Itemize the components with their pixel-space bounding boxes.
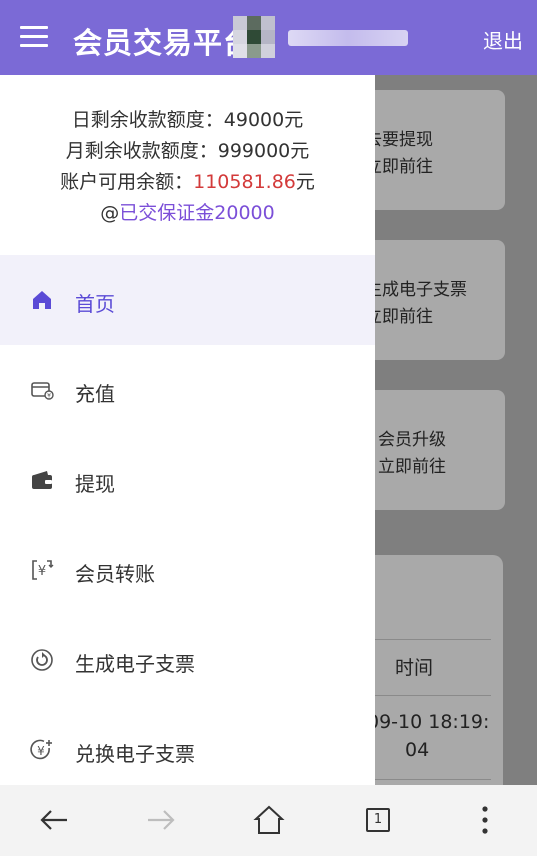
deposit-prefix: @ [100,202,120,224]
table-cell-time: 09-10 18:19: [375,711,490,733]
home-page-icon[interactable] [252,803,286,837]
daily-limit-label: 日剩余收款额度： [71,109,224,131]
svg-text:¥: ¥ [38,564,46,579]
bg-card-withdraw: 去要提现 立即前往 [375,90,505,210]
nav-drawer: 日剩余收款额度：49000元 月剩余收款额度：999000元 账户可用余额：11… [0,75,375,785]
bg-card-title: 生成电子支票 [375,280,467,300]
nav-item-label: 提现 [75,472,115,496]
yen-plus-icon: ¥ [30,739,52,760]
menu-icon[interactable] [20,26,48,48]
nav-item-member-transfer[interactable]: ¥ 会员转账 [0,525,375,615]
nav-item-redeem-echeck[interactable]: ¥ 兑换电子支票 [0,705,375,795]
available-balance-value: 110581.86 [193,171,296,193]
refresh-icon [31,649,53,671]
nav-item-label: 会员转账 [75,562,155,586]
home-icon [33,291,51,309]
browser-toolbar: 1 [0,785,537,856]
nav-item-recharge[interactable]: ¥ 充值 [0,345,375,435]
svg-text:¥: ¥ [37,744,45,758]
table-divider [375,779,491,780]
svg-text:¥: ¥ [47,393,51,400]
table-header-time: 时间 [395,657,434,679]
monthly-limit-value: 999000元 [217,140,310,162]
bg-card-action: 立即前往 [375,157,433,177]
back-arrow-icon[interactable] [37,803,71,837]
app-title: 会员交易平台 [73,26,254,60]
logout-button[interactable]: 退出 [483,25,523,54]
available-balance-label: 账户可用余额： [60,171,194,193]
account-summary: 日剩余收款额度：49000元 月剩余收款额度：999000元 账户可用余额：11… [0,75,375,255]
daily-limit-value: 49000元 [223,109,304,131]
tab-count: 1 [366,808,390,832]
bg-card-action: 立即前往 [375,307,433,327]
deposit-info: @已交保证金20000 [0,198,375,225]
nav-item-create-echeck[interactable]: 生成电子支票 [0,615,375,705]
username-redacted [288,30,408,46]
table-divider [375,639,491,640]
currency-unit: 元 [295,171,315,193]
available-balance: 账户可用余额：110581.86元 [0,167,375,194]
nav-item-label: 充值 [75,382,115,406]
nav-item-label: 兑换电子支票 [75,742,195,766]
table-cell-time-cont: 04 [405,739,430,761]
wallet-icon [32,471,52,489]
more-options-icon[interactable] [468,803,502,837]
bg-records-table: 时间 09-10 18:19: 04 [375,555,503,785]
bg-card-upgrade: 会员升级 立即前往 [375,390,505,510]
forward-arrow-icon[interactable] [144,803,178,837]
app-header: 会员交易平台 退出 [0,0,537,75]
nav-item-withdraw[interactable]: 提现 [0,435,375,525]
bg-card-create-check: 生成电子支票 立即前往 [375,240,505,360]
avatar [233,16,275,58]
card-icon: ¥ [31,382,54,400]
deposit-value[interactable]: 已交保证金20000 [119,202,274,224]
nav-item-label: 生成电子支票 [75,652,195,676]
background-overlay[interactable]: 去要提现 立即前往 生成电子支票 立即前往 会员升级 立即前往 时间 09-10… [375,75,537,785]
nav-item-home[interactable]: 首页 [0,255,375,345]
bg-card-title: 会员升级 [378,430,446,450]
nav-item-label: 首页 [75,292,115,316]
transfer-icon: ¥ [32,560,54,580]
table-divider [375,695,491,696]
daily-limit: 日剩余收款额度：49000元 [0,105,375,132]
bg-card-title: 去要提现 [375,130,433,150]
bg-card-action: 立即前往 [378,457,446,477]
monthly-limit-label: 月剩余收款额度： [65,140,218,162]
tab-switcher-button[interactable]: 1 [360,803,394,837]
monthly-limit: 月剩余收款额度：999000元 [0,136,375,163]
